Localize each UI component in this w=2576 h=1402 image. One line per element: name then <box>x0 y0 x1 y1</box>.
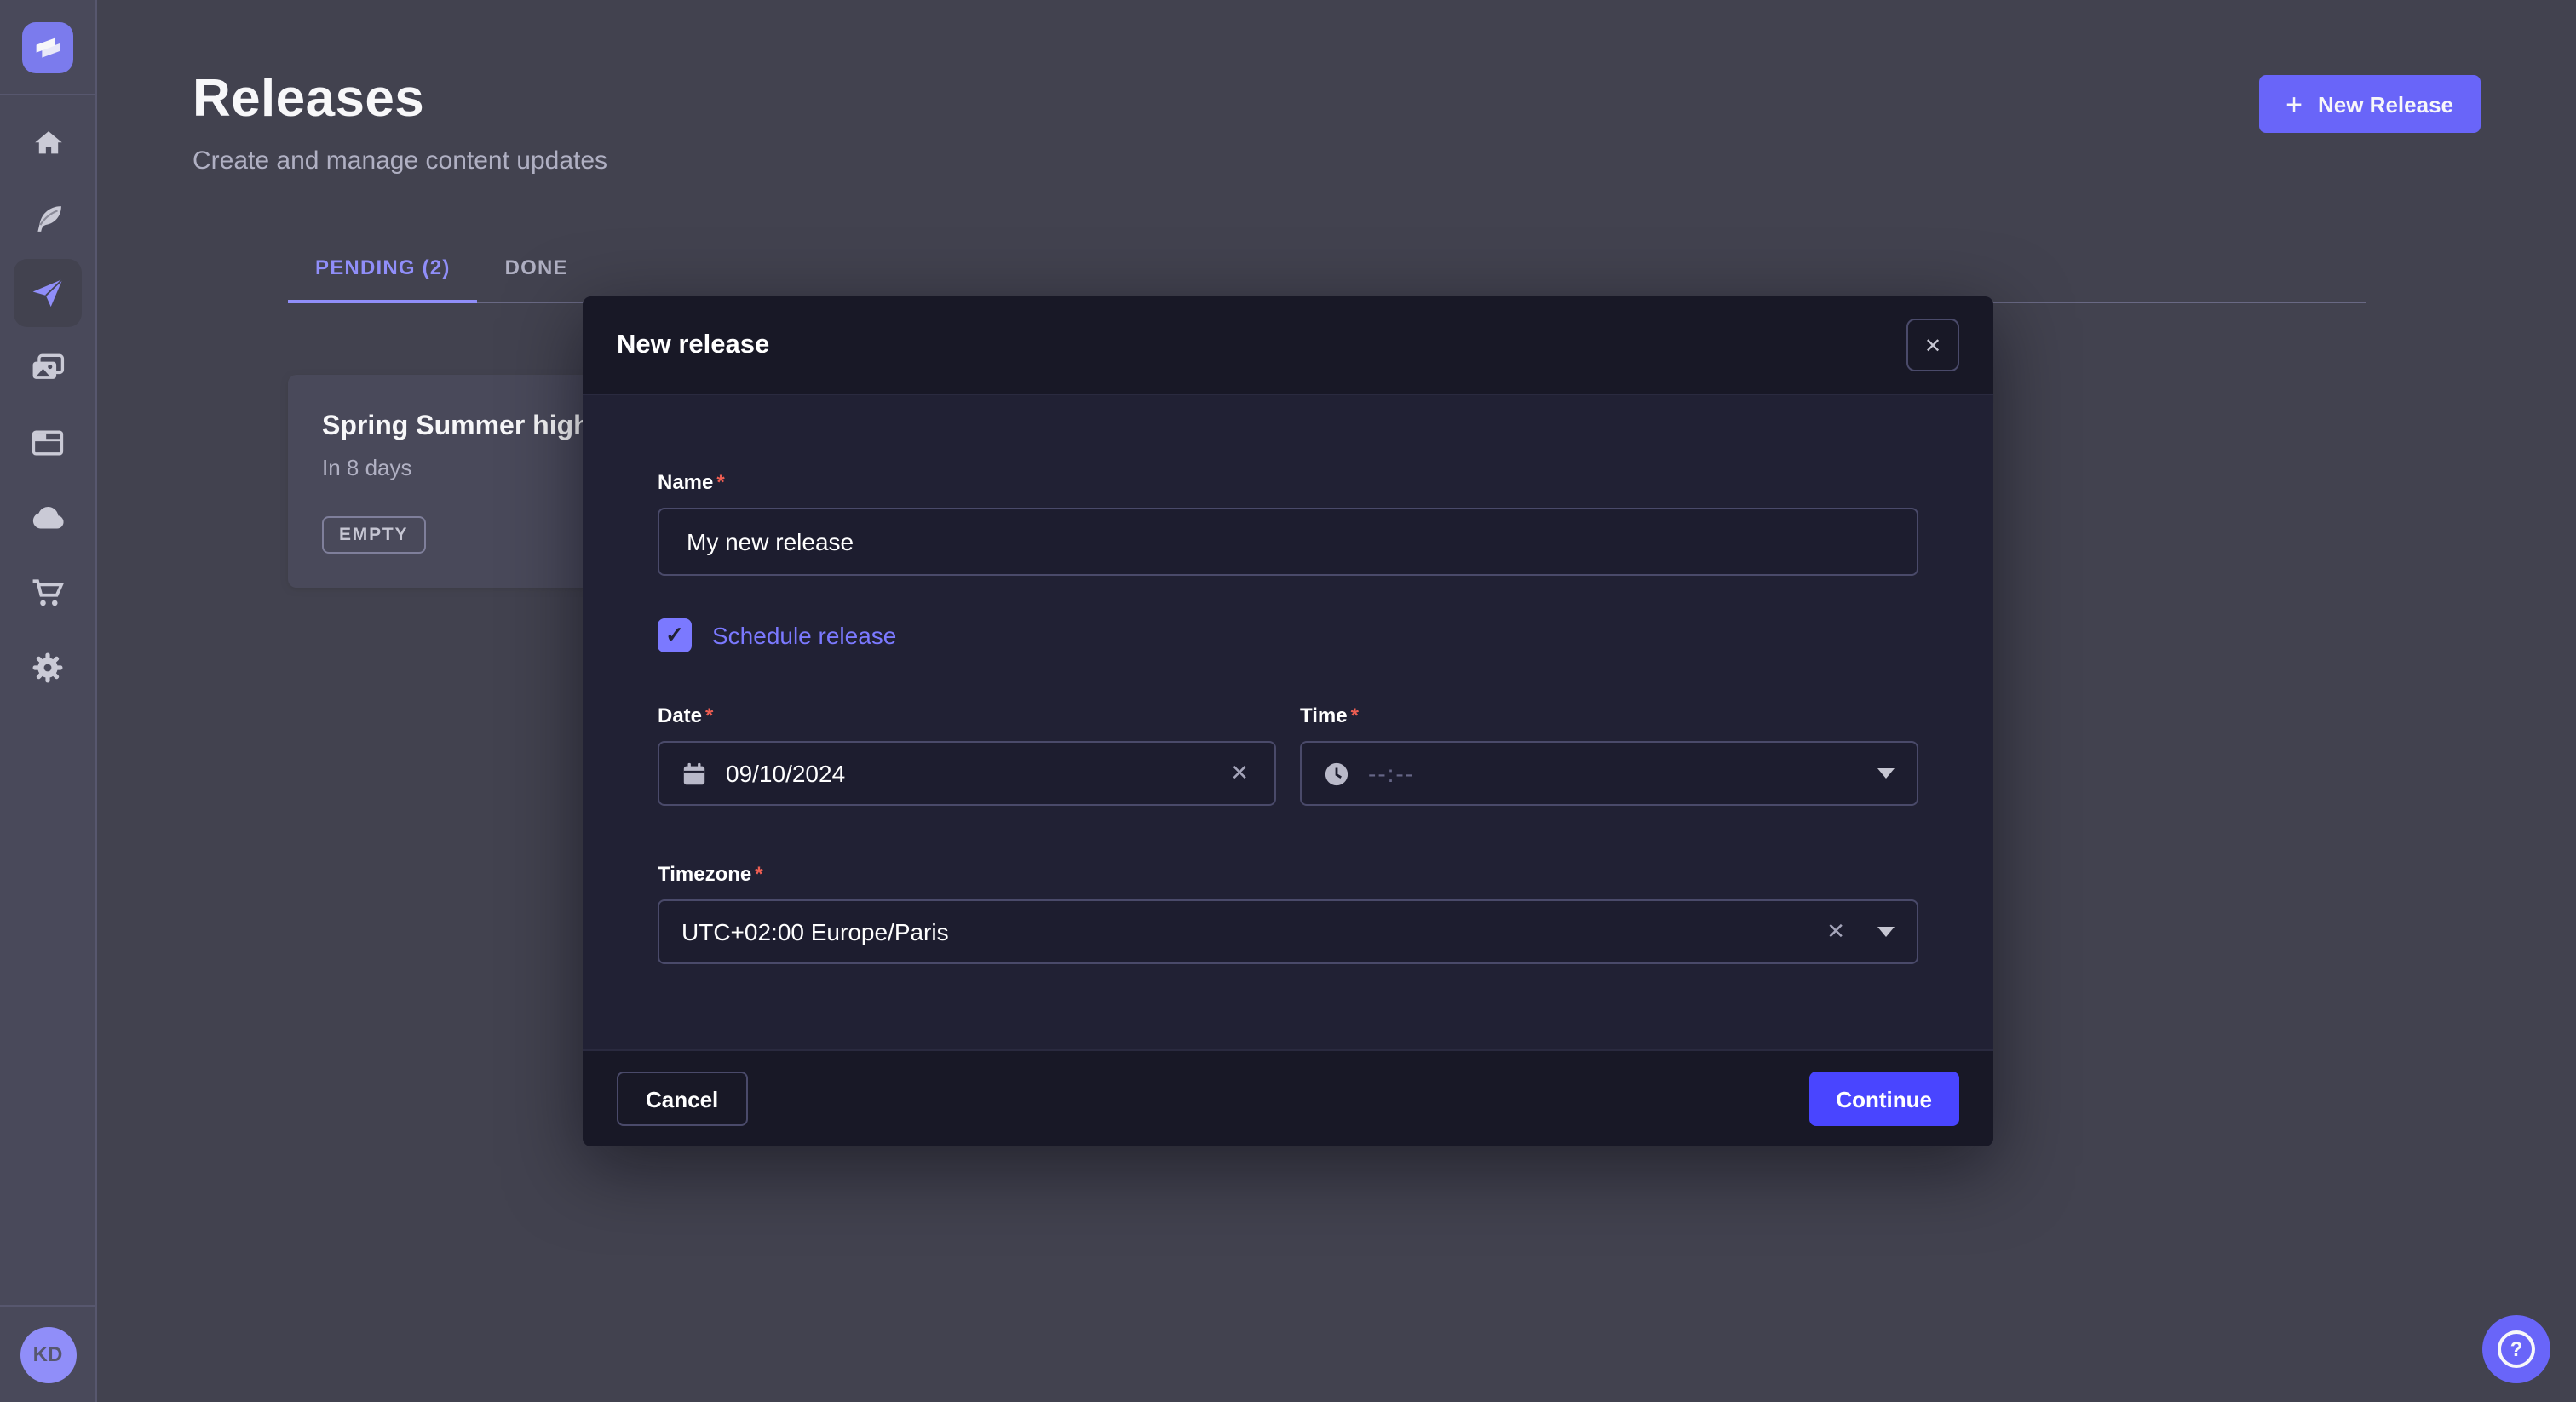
name-label: Name* <box>658 470 1918 494</box>
new-release-modal: New release ✕ Name* ✓ Schedule release <box>583 296 1993 1146</box>
schedule-release-label[interactable]: Schedule release <box>712 622 896 649</box>
time-field-group: Time* --:-- <box>1300 704 1918 806</box>
check-icon: ✓ <box>665 622 684 649</box>
schedule-release-row: ✓ Schedule release <box>658 618 1918 652</box>
date-input[interactable]: 09/10/2024 ✕ <box>658 741 1276 806</box>
required-asterisk: * <box>755 862 762 886</box>
cancel-button[interactable]: Cancel <box>617 1072 747 1126</box>
chevron-down-icon[interactable] <box>1877 768 1895 779</box>
date-label-text: Date <box>658 704 702 727</box>
required-asterisk: * <box>716 470 724 494</box>
timezone-select[interactable]: UTC+02:00 Europe/Paris ✕ <box>658 899 1918 964</box>
timezone-value: UTC+02:00 Europe/Paris <box>681 918 1804 945</box>
modal-title: New release <box>617 330 769 360</box>
continue-button[interactable]: Continue <box>1808 1072 1959 1126</box>
time-label: Time* <box>1300 704 1918 727</box>
date-field-group: Date* 09/10/2024 ✕ <box>658 704 1276 806</box>
date-label: Date* <box>658 704 1276 727</box>
required-asterisk: * <box>1351 704 1359 727</box>
modal-body: Name* ✓ Schedule release Date* <box>583 395 1993 1049</box>
timezone-label: Timezone* <box>658 862 1918 886</box>
date-clear-icon[interactable]: ✕ <box>1227 756 1252 790</box>
name-field-group: Name* <box>658 470 1918 576</box>
date-value: 09/10/2024 <box>726 760 1208 787</box>
app-viewport: KD Releases Create and manage content up… <box>0 0 2576 1402</box>
modal-header: New release ✕ <box>583 296 1993 395</box>
close-icon: ✕ <box>1924 333 1941 357</box>
chevron-down-icon[interactable] <box>1877 927 1895 937</box>
modal-close-button[interactable]: ✕ <box>1906 319 1959 371</box>
schedule-release-checkbox[interactable]: ✓ <box>658 618 692 652</box>
name-label-text: Name <box>658 470 713 494</box>
timezone-label-text: Timezone <box>658 862 751 886</box>
required-asterisk: * <box>705 704 713 727</box>
time-input[interactable]: --:-- <box>1300 741 1918 806</box>
calendar-icon <box>681 761 707 786</box>
time-label-text: Time <box>1300 704 1348 727</box>
timezone-clear-icon[interactable]: ✕ <box>1823 915 1849 949</box>
name-input[interactable] <box>658 508 1918 576</box>
clock-icon <box>1324 761 1349 786</box>
timezone-field-group: Timezone* UTC+02:00 Europe/Paris ✕ <box>658 862 1918 964</box>
modal-footer: Cancel Continue <box>583 1049 1993 1146</box>
time-placeholder: --:-- <box>1368 760 1849 787</box>
